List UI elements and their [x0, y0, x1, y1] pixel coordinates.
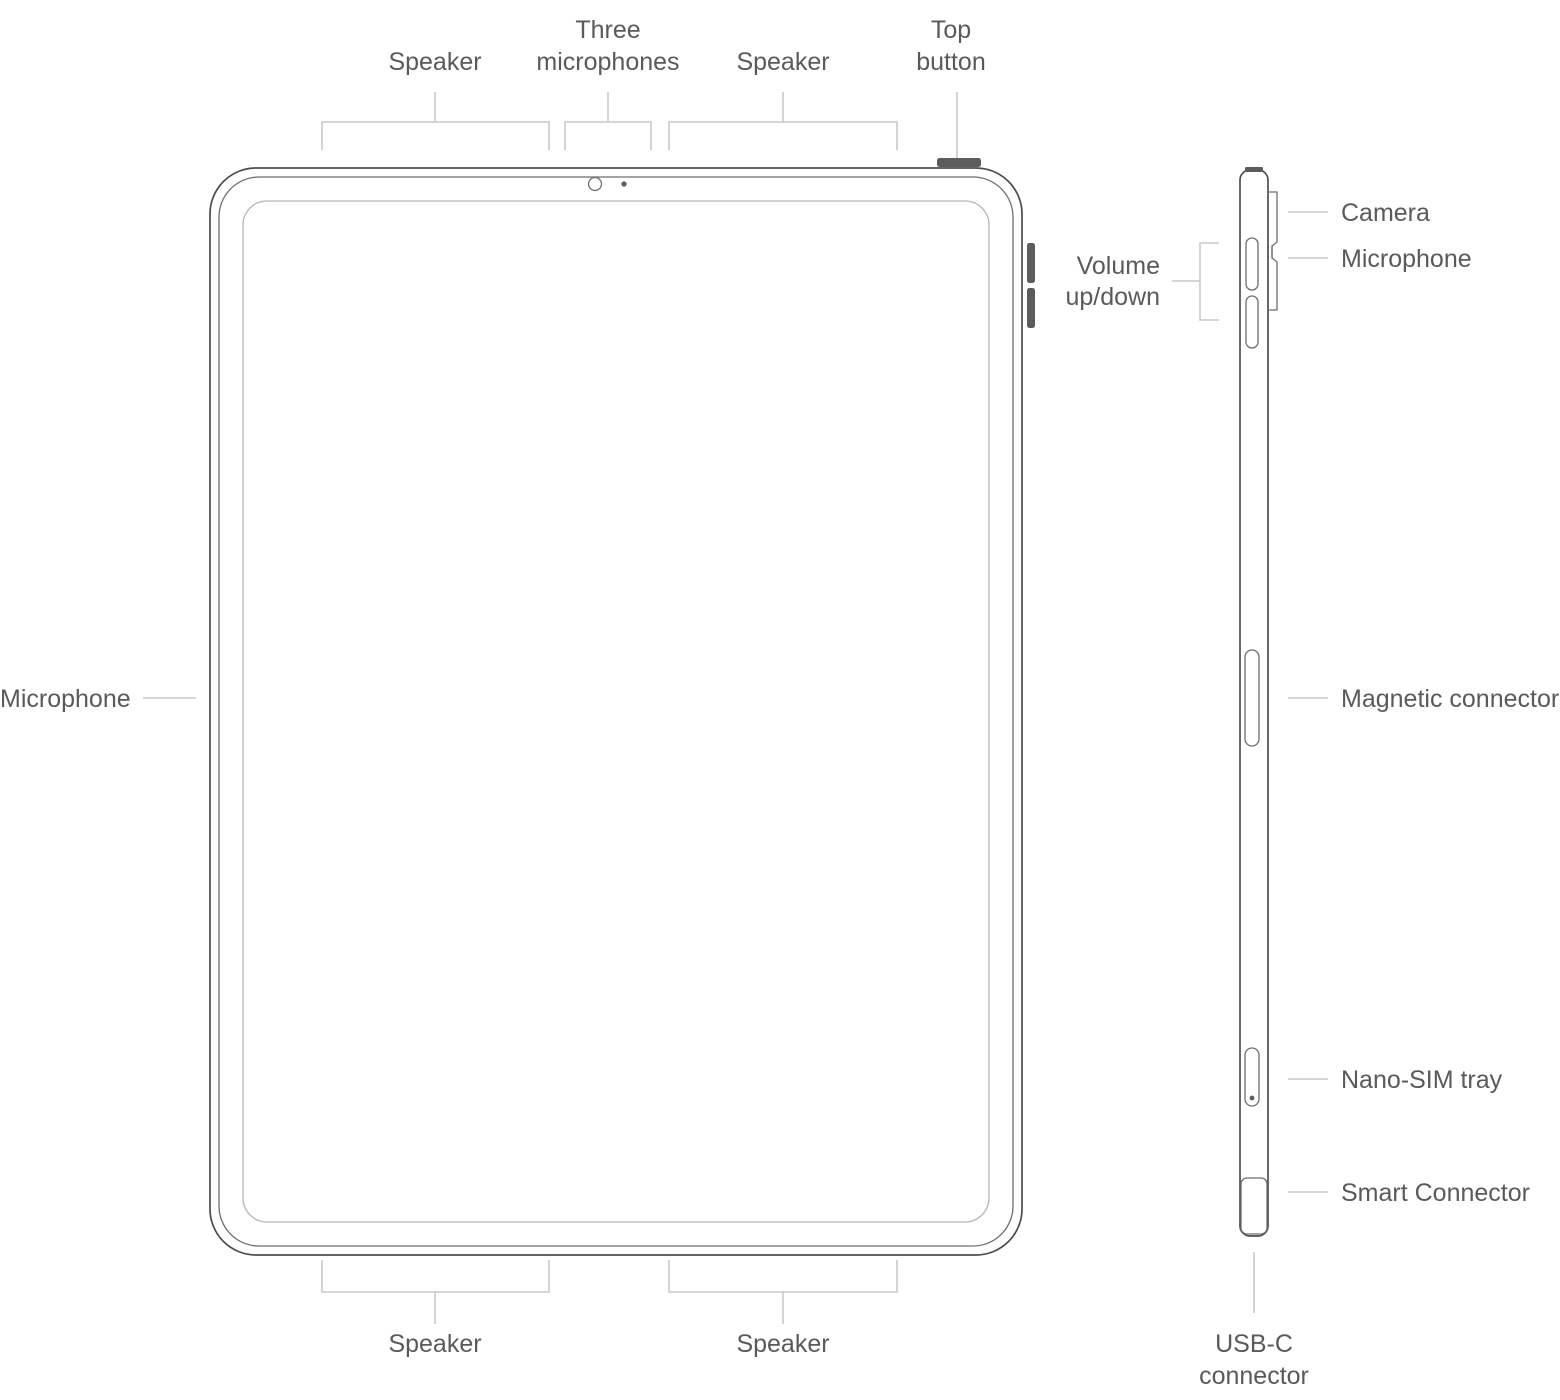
label-magnetic-connector: Magnetic connector [1341, 685, 1559, 713]
side-view [1239, 167, 1278, 1237]
bracket-speaker-top-right [668, 121, 898, 150]
top-button[interactable] [937, 158, 981, 167]
ipad-hardware-diagram: Speaker Three microphones Speaker Top bu… [0, 0, 1560, 1400]
label-volume-up-down-line1: Volume [1077, 252, 1160, 280]
volume-callout: Volume up/down [1065, 242, 1219, 321]
bracket-three-microphones [564, 121, 652, 150]
label-top-button-line1: Top [931, 16, 971, 44]
ipad-bezel-edge [218, 176, 1014, 1247]
magnetic-connector-slot [1244, 649, 1260, 747]
bracket-volume-up-down [1199, 242, 1219, 321]
ipad-side-body [1239, 169, 1269, 1237]
side-volume-down-slot[interactable] [1245, 295, 1259, 349]
label-speaker-bottom-left: Speaker [388, 1330, 481, 1358]
ambient-light-sensor-icon [621, 181, 627, 187]
label-microphone-left: Microphone [0, 685, 131, 713]
usb-c-port [1240, 1177, 1268, 1235]
front-view [209, 158, 1035, 1256]
bracket-speaker-top-left [321, 121, 550, 150]
label-speaker-bottom-right: Speaker [736, 1330, 829, 1358]
label-speaker-top-right: Speaker [736, 48, 829, 76]
label-three-microphones-line1: Three [575, 16, 640, 44]
ipad-screen [242, 200, 990, 1223]
top-callout-labels: Speaker Three microphones Speaker Top bu… [388, 16, 985, 76]
volume-up-button[interactable] [1027, 243, 1035, 283]
front-camera-icon [587, 176, 603, 192]
label-top-button-line2: button [916, 48, 986, 76]
bottom-callouts: Speaker Speaker USB-C connector [321, 1252, 1309, 1390]
nano-sim-eject-pinhole-icon [1249, 1095, 1255, 1101]
bracket-speaker-bottom-left [321, 1260, 550, 1293]
ipad-outer-edge [209, 167, 1023, 1256]
side-top-button[interactable] [1245, 167, 1263, 172]
side-volume-up-slot[interactable] [1245, 237, 1259, 291]
right-callouts: Camera Microphone Magnetic connector Nan… [1288, 199, 1559, 1207]
label-volume-up-down-line2: up/down [1065, 283, 1160, 311]
label-microphone-side: Microphone [1341, 245, 1472, 273]
label-speaker-top-left: Speaker [388, 48, 481, 76]
label-smart-connector: Smart Connector [1341, 1179, 1530, 1207]
bracket-speaker-bottom-right [668, 1260, 898, 1293]
label-camera: Camera [1341, 199, 1430, 227]
label-usb-c-connector-line2: connector [1199, 1362, 1309, 1390]
label-nano-sim-tray: Nano-SIM tray [1341, 1066, 1503, 1094]
label-three-microphones-line2: microphones [536, 48, 679, 76]
volume-down-button[interactable] [1027, 288, 1035, 328]
left-callout: Microphone [0, 685, 196, 713]
label-usb-c-connector-line1: USB-C [1215, 1330, 1293, 1358]
top-callout-brackets [321, 92, 958, 158]
